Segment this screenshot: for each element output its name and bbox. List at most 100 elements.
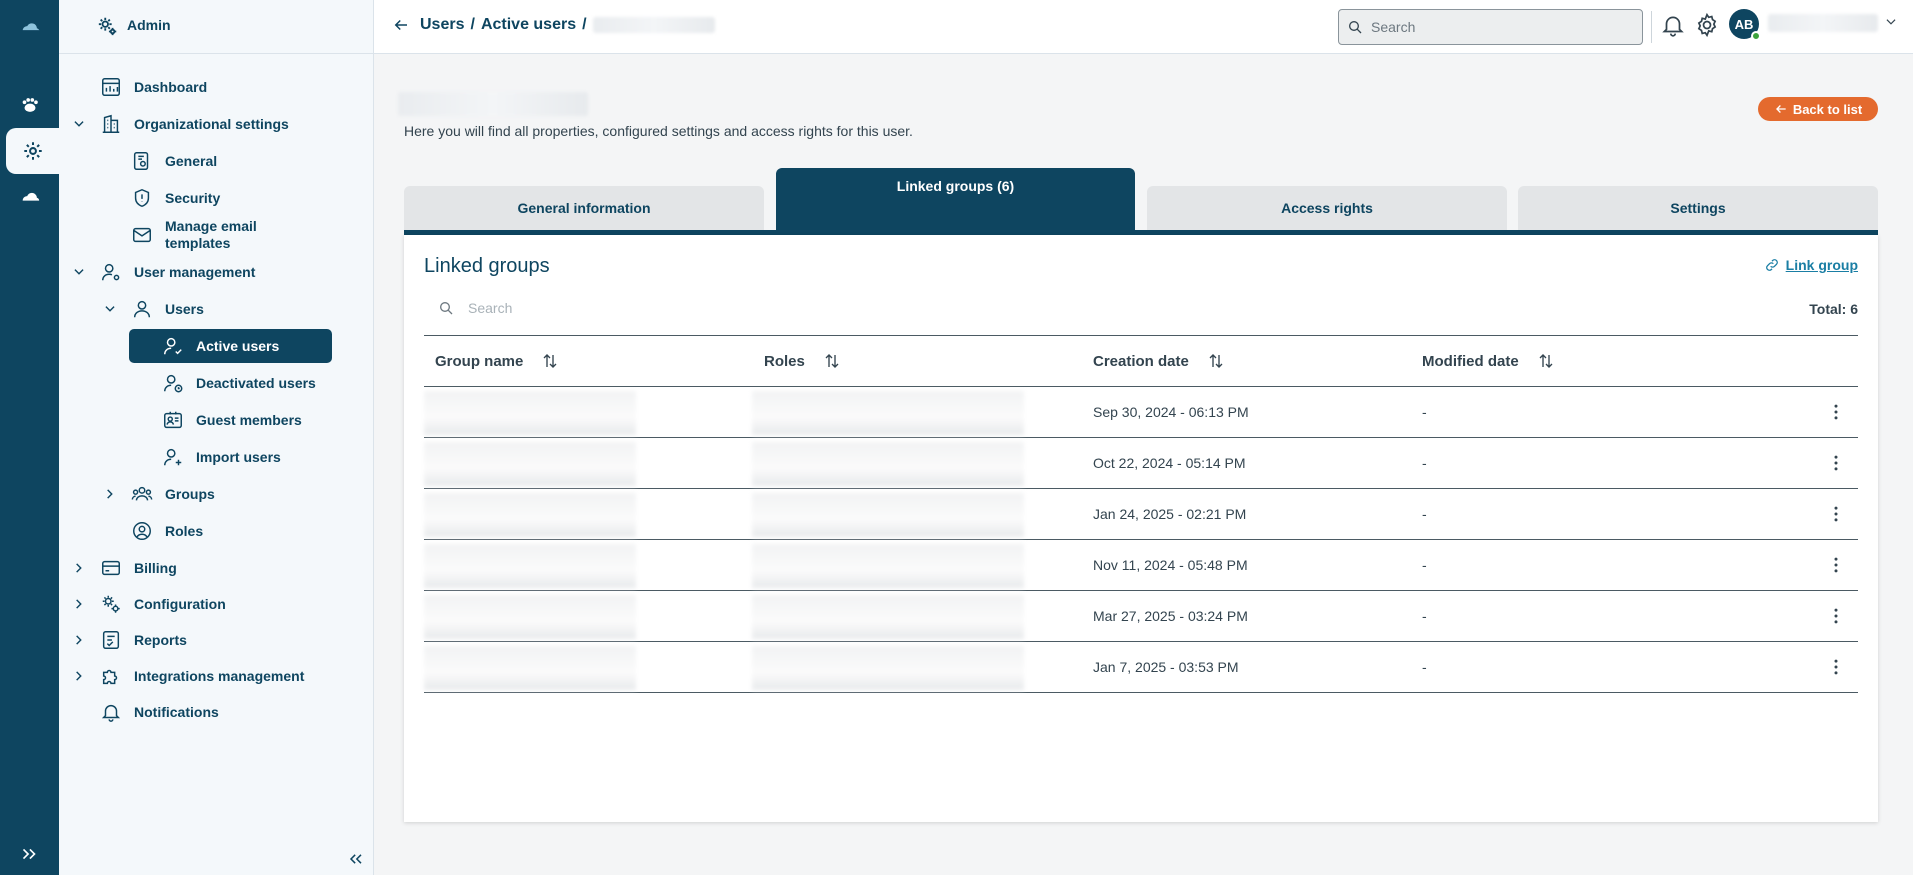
creation-date-cell: Mar 27, 2025 - 03:24 PM — [1093, 608, 1248, 624]
sidebar-item-label: Import users — [196, 448, 281, 465]
chevron-right-icon[interactable] — [103, 487, 117, 501]
creation-date-cell: Sep 30, 2024 - 06:13 PM — [1093, 404, 1249, 420]
chevron-down-icon[interactable] — [72, 117, 86, 131]
column-modified-date[interactable]: Modified date — [1422, 352, 1555, 370]
settings-gear-icon[interactable] — [1694, 12, 1720, 38]
expand-rail-icon[interactable] — [18, 843, 40, 865]
more-vertical-icon[interactable] — [1826, 402, 1846, 422]
sidebar-item-deactivated-users[interactable]: Deactivated users — [162, 372, 316, 394]
modified-date-cell: - — [1422, 455, 1427, 471]
cloud-check-icon[interactable] — [0, 174, 59, 220]
more-vertical-icon[interactable] — [1826, 453, 1846, 473]
table-row[interactable]: Sep 30, 2024 - 06:13 PM - — [424, 387, 1858, 438]
sort-icon[interactable] — [1537, 352, 1555, 370]
sidebar-item-label: Security — [165, 189, 221, 206]
sidebar-item-import-users[interactable]: Import users — [162, 446, 281, 468]
sidebar-item-label: General — [165, 152, 218, 169]
sidebar-item-label: Integrations management — [134, 667, 305, 684]
cloud-logo-icon[interactable] — [0, 5, 59, 51]
table-row[interactable]: Jan 24, 2025 - 02:21 PM - — [424, 489, 1858, 540]
tab-settings[interactable]: Settings — [1518, 186, 1878, 230]
sidebar-item-users[interactable]: Users — [105, 298, 204, 320]
toolbar-divider — [1651, 11, 1652, 43]
admin-gear-icon[interactable] — [6, 128, 59, 174]
panel-title: Linked groups — [424, 255, 550, 277]
sidebar-item-guest-members[interactable]: Guest members — [162, 409, 302, 431]
user-icon — [133, 300, 151, 318]
sidebar-item-billing[interactable]: Billing — [76, 557, 177, 579]
table-row[interactable]: Nov 11, 2024 - 05:48 PM - — [424, 540, 1858, 591]
group-name-redacted — [424, 544, 636, 588]
column-group-name[interactable]: Group name — [435, 352, 559, 370]
sidebar-item-label: Notifications — [134, 703, 219, 720]
chevron-right-icon[interactable] — [72, 669, 86, 683]
more-vertical-icon[interactable] — [1826, 657, 1846, 677]
more-vertical-icon[interactable] — [1826, 504, 1846, 524]
sidebar-item-label: Active users — [196, 337, 280, 354]
creation-date-cell: Jan 24, 2025 - 02:21 PM — [1093, 506, 1247, 522]
tab-general-information[interactable]: General information — [404, 186, 764, 230]
collapse-sidebar-icon[interactable] — [346, 849, 366, 869]
paw-icon[interactable] — [0, 82, 59, 128]
column-roles[interactable]: Roles — [764, 352, 841, 370]
global-search[interactable] — [1338, 9, 1643, 45]
sidebar-item-label: Guest members — [196, 411, 302, 428]
table-row[interactable]: Mar 27, 2025 - 03:24 PM - — [424, 591, 1858, 642]
sort-icon[interactable] — [541, 352, 559, 370]
global-search-input[interactable] — [1371, 19, 1631, 35]
sidebar-item-dashboard[interactable]: Dashboard — [100, 76, 207, 98]
modified-date-cell: - — [1422, 659, 1427, 675]
user-avatar[interactable]: AB — [1729, 9, 1761, 41]
more-vertical-icon[interactable] — [1826, 606, 1846, 626]
chevron-down-icon[interactable] — [1884, 15, 1898, 29]
user-check-icon — [164, 337, 182, 355]
search-icon — [440, 302, 453, 315]
sidebar-item-active-users[interactable]: Active users — [129, 329, 332, 363]
sidebar-item-notifications[interactable]: Notifications — [100, 701, 219, 723]
sidebar-item-reports[interactable]: Reports — [76, 629, 187, 651]
sidebar-item-configuration[interactable]: Configuration — [76, 593, 226, 615]
group-name-redacted — [424, 493, 636, 537]
sidebar-item-label: Manage email templates — [165, 218, 257, 251]
more-vertical-icon[interactable] — [1826, 555, 1846, 575]
chevron-down-icon[interactable] — [103, 302, 117, 316]
link-group-button[interactable]: Link group — [1764, 257, 1858, 273]
sidebar-item-user-management[interactable]: User management — [74, 261, 255, 283]
total-count: Total: 6 — [1809, 301, 1858, 317]
sort-icon[interactable] — [823, 352, 841, 370]
sidebar-item-label: Deactivated users — [196, 374, 316, 391]
notifications-bell-icon[interactable] — [1660, 12, 1686, 38]
bell-icon — [101, 704, 121, 722]
sidebar-item-security[interactable]: Security — [131, 187, 220, 209]
sidebar-item-general[interactable]: General — [131, 150, 217, 172]
breadcrumb-active-users[interactable]: Active users — [481, 16, 576, 34]
back-to-list-button[interactable]: Back to list — [1758, 97, 1878, 121]
group-search[interactable] — [424, 288, 1124, 328]
column-creation-date[interactable]: Creation date — [1093, 352, 1225, 370]
tab-linked-groups[interactable]: Linked groups (6) — [776, 168, 1135, 230]
user-gear-icon — [102, 263, 120, 281]
sidebar-item-label: Billing — [134, 559, 177, 576]
chevron-right-icon[interactable] — [72, 561, 86, 575]
tab-access-rights[interactable]: Access rights — [1147, 186, 1507, 230]
table-row[interactable]: Oct 22, 2024 - 05:14 PM - — [424, 438, 1858, 489]
sidebar-item-roles[interactable]: Roles — [131, 520, 203, 542]
sidebar-item-groups[interactable]: Groups — [107, 483, 215, 505]
breadcrumb-users[interactable]: Users — [420, 16, 464, 34]
chevron-right-icon[interactable] — [72, 597, 86, 611]
sidebar-item-manage-email-templates[interactable]: Manage email templates — [131, 218, 291, 252]
chevron-right-icon[interactable] — [72, 633, 86, 647]
table-row[interactable]: Jan 7, 2025 - 03:53 PM - — [424, 642, 1858, 693]
sort-icon[interactable] — [1207, 352, 1225, 370]
sidebar-item-organizational-settings[interactable]: Organizational settings — [74, 113, 289, 135]
breadcrumb: Users / Active users / — [392, 16, 715, 34]
creation-date-cell: Oct 22, 2024 - 05:14 PM — [1093, 455, 1246, 471]
creation-date-cell: Jan 7, 2025 - 03:53 PM — [1093, 659, 1239, 675]
modified-date-cell: - — [1422, 506, 1427, 522]
group-search-input[interactable] — [468, 300, 1068, 316]
chevron-down-icon[interactable] — [72, 265, 86, 279]
sidebar-item-integrations-management[interactable]: Integrations management — [76, 665, 305, 687]
document-gear-icon — [133, 152, 149, 170]
back-arrow-icon[interactable] — [392, 16, 410, 34]
sidebar-item-label: Reports — [134, 631, 187, 648]
